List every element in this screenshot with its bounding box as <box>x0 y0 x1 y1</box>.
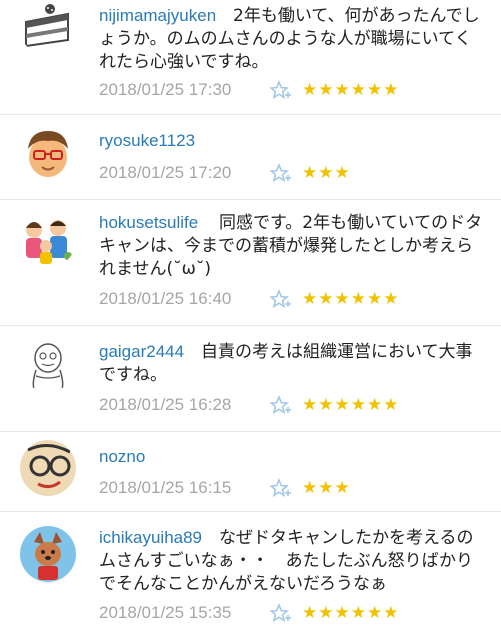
comment-item: ryosuke1123 2018/01/25 17:20 ★★★ <box>0 115 501 200</box>
family-avatar-icon[interactable] <box>20 212 76 268</box>
comment-text: 同感です。2年も働いていてのドタキャンは、今までの蓄積が爆発したとしか考えられま… <box>99 213 483 279</box>
comment-text: 2年も働いて、何があったんでしょうか。のムのムさんのような人が職場にいてくれたら… <box>99 6 480 72</box>
like-button-icon[interactable] <box>270 289 292 309</box>
like-button-icon[interactable] <box>270 80 292 100</box>
sketch-character-avatar-icon[interactable] <box>20 336 76 392</box>
comment-item: nozno 2018/01/25 16:15 ★★★ <box>0 432 501 512</box>
comment-timestamp: 2018/01/25 16:40 <box>99 289 232 308</box>
star-rating: ★★★★★★ <box>302 395 400 415</box>
dog-avatar-icon[interactable] <box>20 526 76 582</box>
boy-face-avatar-icon[interactable] <box>20 125 76 181</box>
like-button-icon[interactable] <box>270 395 292 415</box>
star-rating: ★★★ <box>302 163 351 183</box>
glasses-face-avatar-icon[interactable] <box>20 440 76 496</box>
star-rating: ★★★ <box>302 478 351 498</box>
comment-timestamp: 2018/01/25 16:15 <box>99 478 232 497</box>
cake-avatar-icon[interactable] <box>20 0 76 56</box>
comment-text: なぜドタキャンしたかを考えるのムさんすごいなぁ・・ あたしたぶん怒りばかりでそん… <box>99 528 474 594</box>
comment-item: nijimamajyuken 2年も働いて、何があったんでしょうか。のムのムさん… <box>0 0 501 115</box>
comment-timestamp: 2018/01/25 17:20 <box>99 163 232 182</box>
comment-item: gaigar2444 自責の考えは組織運営において大事ですね。 2018/01/… <box>0 326 501 432</box>
star-rating: ★★★★★★ <box>302 289 400 309</box>
comment-text: 自責の考えは組織運営において大事ですね。 <box>99 342 473 385</box>
comment-timestamp: 2018/01/25 16:28 <box>99 395 232 414</box>
star-rating: ★★★★★★ <box>302 603 400 623</box>
like-button-icon[interactable] <box>270 478 292 498</box>
comment-timestamp: 2018/01/25 15:35 <box>99 603 232 622</box>
comment-username[interactable]: ryosuke1123 <box>99 130 195 152</box>
like-button-icon[interactable] <box>270 163 292 183</box>
comment-item: ichikayuiha89 なぜドタキャンしたかを考えるのムさんすごいなぁ・・ … <box>0 512 501 640</box>
comment-timestamp: 2018/01/25 17:30 <box>99 80 232 99</box>
comment-item: hokusetsulife 同感です。2年も働いていてのドタキャンは、今までの蓄… <box>0 200 501 326</box>
like-button-icon[interactable] <box>270 603 292 623</box>
comment-username[interactable]: nozno <box>99 446 145 468</box>
star-rating: ★★★★★★ <box>302 80 400 100</box>
